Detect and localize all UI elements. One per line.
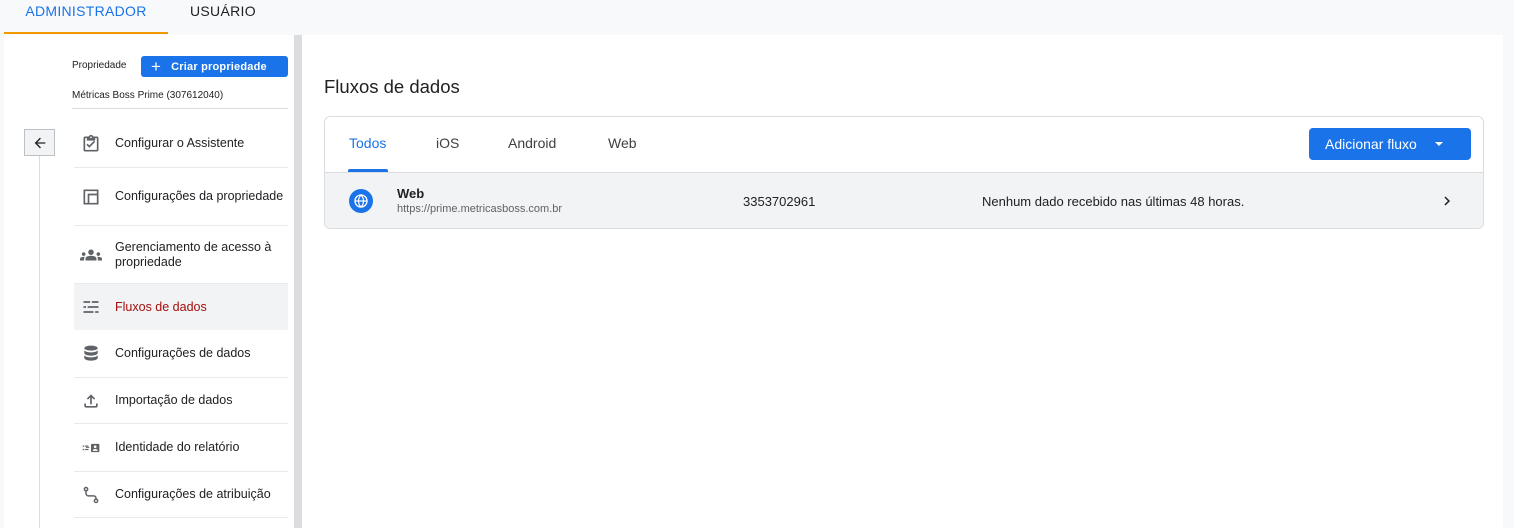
create-property-button[interactable]: + Criar propriedade	[141, 56, 288, 77]
sidebar-item-label: Identidade do relatório	[115, 440, 240, 454]
globe-icon	[349, 189, 373, 213]
page-title: Fluxos de dados	[324, 76, 460, 97]
tab-administrador[interactable]: ADMINISTRADOR	[4, 0, 168, 34]
upload-icon	[80, 390, 102, 412]
chevron-right-icon[interactable]	[1438, 192, 1456, 210]
sidebar-item-label: Gerenciamento de acesso à propriedade	[115, 239, 272, 269]
nav-guide-line	[39, 156, 40, 528]
sidebar-item-label: Configurações de dados	[115, 346, 251, 360]
plus-icon: +	[151, 56, 162, 76]
sidebar-item-configuracoes-atribuicao[interactable]: Configurações de atribuição	[74, 472, 288, 518]
stream-row[interactable]: Web https://prime.metricasboss.com.br 33…	[325, 172, 1483, 228]
arrow-back-icon	[34, 137, 45, 148]
stream-name: Web	[397, 186, 425, 201]
data-streams-card: Todos iOS Android Web Adicionar fluxo We…	[324, 116, 1484, 229]
people-icon	[80, 244, 102, 266]
attribution-icon	[80, 484, 102, 506]
sidebar-item-label: Importação de dados	[115, 393, 233, 407]
tab-android[interactable]: Android	[508, 135, 556, 151]
main-content	[302, 35, 1503, 528]
sidebar-item-label: Configurar o Assistente	[115, 136, 245, 150]
sidebar-item-configurar-assistente[interactable]: Configurar o Assistente	[74, 120, 288, 168]
sidebar-scrollbar[interactable]	[294, 35, 302, 528]
sidebar-item-fluxos-de-dados[interactable]: Fluxos de dados	[74, 284, 288, 330]
property-label: Propriedade	[72, 60, 127, 71]
sidebar-item-label: Fluxos de dados	[115, 299, 207, 314]
divider	[72, 108, 288, 109]
property-settings-icon	[80, 186, 102, 208]
sidebar-item-configuracoes-propriedade[interactable]: Configurações da propriedade	[74, 168, 288, 226]
property-selector[interactable]: Métricas Boss Prime (307612040)	[72, 90, 223, 101]
data-streams-icon	[80, 296, 102, 318]
stream-id: 3353702961	[743, 194, 816, 209]
sidebar-item-importacao-dados[interactable]: Importação de dados	[74, 378, 288, 424]
tab-web[interactable]: Web	[608, 135, 637, 151]
report-identity-icon	[80, 437, 102, 459]
back-button[interactable]	[24, 129, 55, 156]
create-property-label: Criar propriedade	[171, 60, 267, 73]
sidebar-item-label: Configurações da propriedade	[115, 189, 284, 203]
tab-usuario[interactable]: USUÁRIO	[190, 0, 256, 34]
tab-todos[interactable]: Todos	[349, 135, 386, 151]
database-icon	[80, 343, 102, 365]
sidebar-item-gerenciamento-acesso[interactable]: Gerenciamento de acesso à propriedade	[74, 226, 288, 284]
sidebar-item-identidade-relatorio[interactable]: Identidade do relatório	[74, 424, 288, 472]
sidebar-item-label: Configurações de atribuição	[115, 487, 271, 501]
dropdown-caret-icon	[1434, 142, 1443, 146]
stream-status: Nenhum dado recebido nas últimas 48 hora…	[982, 194, 1245, 209]
stream-url: https://prime.metricasboss.com.br	[397, 203, 563, 215]
tab-ios[interactable]: iOS	[436, 135, 459, 151]
top-tabs: ADMINISTRADOR USUÁRIO	[0, 0, 1514, 34]
add-stream-label: Adicionar fluxo	[1325, 136, 1417, 152]
checklist-icon	[80, 133, 102, 155]
sidebar-item-configuracoes-dados[interactable]: Configurações de dados	[74, 330, 288, 378]
add-stream-button[interactable]: Adicionar fluxo	[1309, 128, 1471, 160]
